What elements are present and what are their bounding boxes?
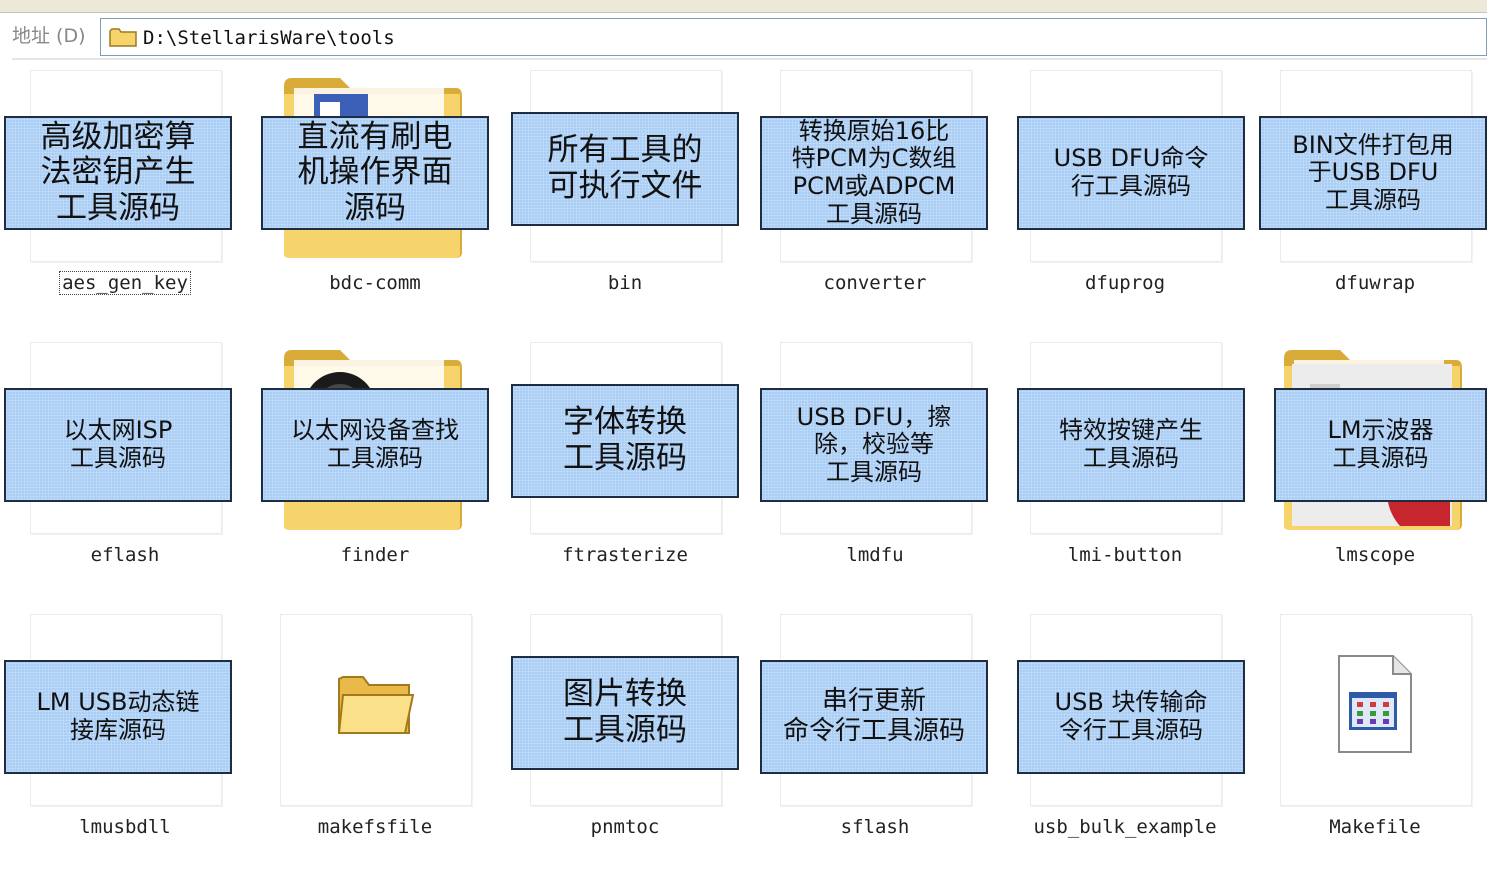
file-name: dfuprog: [1000, 272, 1250, 294]
file-name: aes_gen_key: [0, 271, 250, 295]
file-name: ftrasterize: [500, 544, 750, 566]
annotation-text: 以太网ISP 工具源码: [63, 416, 173, 472]
file-name: makefsfile: [250, 816, 500, 838]
annotation-text: 以太网设备查找 工具源码: [291, 416, 459, 472]
annotation-callout: LM示波器 工具源码: [1274, 388, 1487, 502]
makefile-icon: [1338, 655, 1412, 753]
annotation-text: 转换原始16比 特PCM为C数组 PCM或ADPCM 工具源码: [791, 116, 957, 228]
file-name: lmscope: [1250, 544, 1487, 566]
file-name-text: converter: [823, 272, 927, 294]
address-path: D:\StellarisWare\tools: [143, 27, 395, 49]
file-name-text: finder: [340, 544, 410, 566]
folder-icon: [337, 676, 415, 734]
file-name: usb_bulk_example: [1000, 816, 1250, 838]
file-name-text: lmi-button: [1067, 544, 1183, 566]
folder-icon: [109, 28, 137, 47]
file-name: lmusbdll: [0, 816, 250, 838]
file-name: bin: [500, 272, 750, 294]
address-input[interactable]: D:\StellarisWare\tools: [100, 18, 1487, 56]
file-name-text: bin: [607, 272, 643, 294]
annotation-callout: 特效按键产生 工具源码: [1017, 388, 1245, 502]
file-item[interactable]: makefsfile: [250, 604, 500, 876]
annotation-text: LM示波器 工具源码: [1327, 416, 1434, 472]
annotation-callout: 直流有刷电 机操作界面 源码: [261, 116, 489, 230]
annotation-text: 字体转换 工具源码: [563, 404, 687, 476]
annotation-text: 特效按键产生 工具源码: [1059, 416, 1203, 472]
file-name: pnmtoc: [500, 816, 750, 838]
file-name: lmi-button: [1000, 544, 1250, 566]
file-name-text: dfuprog: [1084, 272, 1166, 294]
annotation-text: LM USB动态链 接库源码: [36, 688, 200, 744]
annotation-callout: 以太网ISP 工具源码: [4, 388, 232, 502]
annotation-text: 串行更新 命令行工具源码: [782, 686, 965, 746]
file-name: lmdfu: [750, 544, 1000, 566]
file-name-text: dfuwrap: [1334, 272, 1416, 294]
annotation-callout: USB DFU命令 行工具源码: [1017, 116, 1245, 230]
address-bar: 地址 (D) D:\StellarisWare\tools: [0, 0, 1487, 60]
file-name-text: pnmtoc: [590, 816, 660, 838]
annotation-text: USB 块传输命 令行工具源码: [1054, 688, 1208, 744]
annotation-text: 图片转换 工具源码: [563, 676, 687, 748]
annotation-callout: 高级加密算 法密钥产生 工具源码: [4, 116, 232, 230]
file-name: bdc-comm: [250, 272, 500, 294]
file-name-text: usb_bulk_example: [1033, 816, 1217, 838]
address-label: 地址 (D): [12, 25, 86, 47]
file-name: eflash: [0, 544, 250, 566]
file-name: sflash: [750, 816, 1000, 838]
file-name-text: Makefile: [1329, 816, 1421, 838]
file-name-text: aes_gen_key: [59, 271, 191, 295]
annotation-text: 直流有刷电 机操作界面 源码: [297, 118, 453, 226]
file-name: converter: [750, 272, 1000, 294]
annotation-callout: 转换原始16比 特PCM为C数组 PCM或ADPCM 工具源码: [760, 116, 988, 230]
file-name-text: lmdfu: [846, 544, 904, 566]
annotation-callout: USB 块传输命 令行工具源码: [1017, 660, 1245, 774]
file-name-text: bdc-comm: [329, 272, 421, 294]
annotation-callout: USB DFU，擦 除，校验等 工具源码: [760, 388, 988, 502]
file-name: dfuwrap: [1250, 272, 1487, 294]
annotation-callout: 字体转换 工具源码: [511, 384, 739, 498]
file-name-text: ftrasterize: [562, 544, 688, 566]
file-name: Makefile: [1250, 816, 1487, 838]
annotation-callout: 图片转换 工具源码: [511, 656, 739, 770]
toolbar-strip: [0, 0, 1487, 13]
file-name: finder: [250, 544, 500, 566]
file-name-text: eflash: [90, 544, 160, 566]
file-name-text: makefsfile: [317, 816, 433, 838]
annotation-callout: BIN文件打包用 于USB DFU 工具源码: [1259, 116, 1487, 230]
file-item[interactable]: Makefile: [1250, 604, 1487, 876]
annotation-text: USB DFU命令 行工具源码: [1053, 144, 1209, 200]
annotation-text: 所有工具的 可执行文件: [547, 132, 703, 204]
annotation-callout: LM USB动态链 接库源码: [4, 660, 232, 774]
annotation-callout: 串行更新 命令行工具源码: [760, 660, 988, 774]
annotation-text: USB DFU，擦 除，校验等 工具源码: [796, 402, 952, 486]
file-name-text: lmscope: [1334, 544, 1416, 566]
annotation-text: 高级加密算 法密钥产生 工具源码: [40, 118, 196, 226]
annotation-callout: 所有工具的 可执行文件: [511, 112, 739, 226]
annotation-callout: 以太网设备查找 工具源码: [261, 388, 489, 502]
file-name-text: sflash: [840, 816, 910, 838]
annotation-text: BIN文件打包用 于USB DFU 工具源码: [1292, 130, 1454, 214]
file-name-text: lmusbdll: [79, 816, 171, 838]
